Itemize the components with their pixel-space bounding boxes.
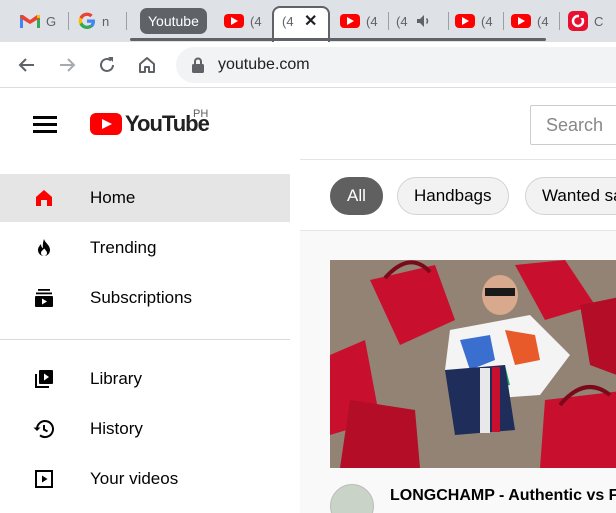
sidebar-item-label: Subscriptions <box>90 288 193 307</box>
lock-icon[interactable] <box>191 57 205 73</box>
tab-separator <box>448 12 449 30</box>
tab-group-label[interactable]: Youtube <box>140 8 207 34</box>
chip-handbags[interactable]: Handbags <box>397 177 509 215</box>
tab-separator <box>503 12 504 30</box>
sidebar-item-label: History <box>90 419 143 438</box>
sidebar-item-label: Trending <box>90 238 157 257</box>
channel-avatar[interactable] <box>330 484 374 513</box>
sidebar-item-library[interactable]: Library <box>0 355 290 403</box>
menu-icon[interactable] <box>33 114 57 134</box>
history-icon <box>33 420 54 439</box>
library-icon <box>35 370 53 388</box>
youtube-icon <box>224 14 244 28</box>
thumbnail-image <box>330 260 616 468</box>
sidebar-item-your-videos[interactable]: Your videos <box>0 455 290 503</box>
browser-toolbar: youtube.com <box>0 42 616 88</box>
youtube-logo-icon <box>90 113 122 135</box>
address-text: youtube.com <box>218 56 310 73</box>
sidebar-item-label: Library <box>90 369 142 388</box>
tab-title: n <box>102 13 110 29</box>
tab-youtube-active[interactable]: (4 ✕ <box>272 6 330 42</box>
arrow-right-icon <box>60 58 76 72</box>
arrow-left-icon <box>18 58 34 72</box>
tab-google[interactable]: n <box>78 6 120 36</box>
tab-separator <box>68 12 69 30</box>
tab-youtube[interactable]: (4 <box>511 6 553 36</box>
youtube-icon <box>511 14 531 28</box>
red-app-icon <box>568 11 588 31</box>
tab-title: C <box>594 13 604 29</box>
sidebar-item-trending[interactable]: Trending <box>0 224 290 272</box>
tab-title: (4 <box>481 13 493 29</box>
country-code: PH <box>193 108 209 120</box>
tab-youtube[interactable]: (4 <box>455 6 497 36</box>
video-thumbnail[interactable] <box>330 260 616 468</box>
address-bar[interactable]: youtube.com <box>176 47 616 83</box>
tab-title: (4 <box>366 13 378 29</box>
google-icon <box>78 12 95 29</box>
tab-red-app[interactable]: C <box>568 6 616 36</box>
sidebar: Home Trending Subscriptions Library Hist… <box>0 159 300 513</box>
forward-button[interactable] <box>53 51 81 79</box>
tab-youtube[interactable]: (4 <box>224 6 266 36</box>
tab-title: G <box>46 13 57 29</box>
search-input[interactable]: Search <box>530 105 616 145</box>
speaker-icon[interactable] <box>416 14 432 28</box>
sidebar-divider <box>0 339 290 340</box>
sidebar-item-label: Your videos <box>90 469 179 488</box>
tab-title: (4 <box>282 14 294 29</box>
tab-title: (4 <box>537 13 549 29</box>
chip-wanted[interactable]: Wanted sa <box>525 177 616 215</box>
tab-gmail[interactable]: G <box>20 6 62 36</box>
tab-separator <box>388 12 389 30</box>
reload-icon <box>100 57 114 72</box>
youtube-header: YouTube PH Search <box>0 89 616 159</box>
main-content: All Handbags Wanted sa LONGCHAMP - Authe… <box>300 159 616 513</box>
sidebar-item-label: Home <box>90 188 136 207</box>
close-tab-icon[interactable]: ✕ <box>304 11 317 31</box>
your-videos-icon <box>35 470 53 488</box>
tab-separator <box>126 12 127 30</box>
reload-button[interactable] <box>93 51 121 79</box>
tab-separator <box>559 12 560 30</box>
browser-tab-strip: G n Youtube (4 (4 ✕ (4 (4 (4 (4 C <box>0 0 616 42</box>
sidebar-item-home[interactable]: Home <box>0 174 290 222</box>
chip-all[interactable]: All <box>330 177 383 215</box>
home-icon <box>36 190 52 206</box>
gmail-icon <box>20 14 40 28</box>
tab-youtube[interactable]: (4 <box>340 6 382 36</box>
tab-group-underline <box>130 38 546 41</box>
tab-title: (4 <box>250 13 262 29</box>
home-button[interactable] <box>133 51 161 79</box>
sidebar-item-history[interactable]: History <box>0 405 290 453</box>
youtube-icon <box>340 14 360 28</box>
subscriptions-icon <box>35 289 53 307</box>
youtube-logo[interactable]: YouTube <box>90 109 210 139</box>
tab-title: (4 <box>396 13 408 29</box>
youtube-icon <box>455 14 475 28</box>
filter-chip-bar: All Handbags Wanted sa <box>300 159 616 231</box>
flame-icon <box>38 239 50 256</box>
tab-youtube-playing[interactable]: (4 <box>396 6 444 36</box>
back-button[interactable] <box>13 51 41 79</box>
video-title[interactable]: LONGCHAMP - Authentic vs F <box>390 487 616 505</box>
sidebar-item-subscriptions[interactable]: Subscriptions <box>0 274 290 322</box>
search-placeholder: Search <box>546 115 604 135</box>
home-outline-icon <box>139 57 155 73</box>
